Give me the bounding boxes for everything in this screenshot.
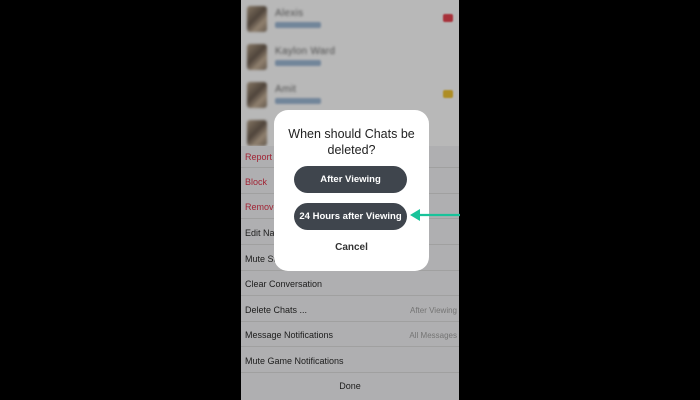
delete-chats-dialog: When should Chats be deleted? After View…: [274, 110, 429, 271]
after-viewing-button[interactable]: After Viewing: [294, 166, 407, 193]
cancel-button[interactable]: Cancel: [274, 242, 429, 253]
dialog-title: When should Chats be deleted?: [288, 127, 415, 157]
24-hours-after-viewing-button[interactable]: 24 Hours after Viewing: [294, 203, 407, 230]
arrow-left-icon: [410, 209, 460, 221]
